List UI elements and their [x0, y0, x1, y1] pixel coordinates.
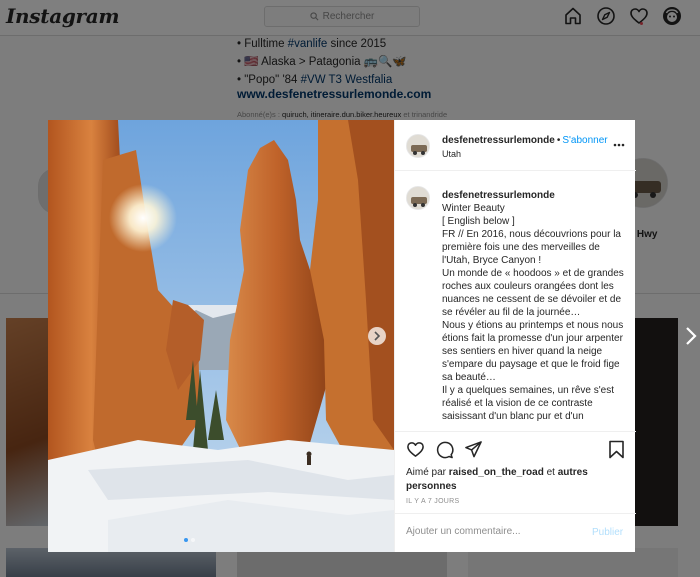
canyon-photo [48, 120, 394, 552]
caption-title: Winter Beauty [442, 203, 505, 214]
user-avatar[interactable] [406, 134, 430, 158]
caption-line: Il y a quelques semaines, un rêve s'est … [442, 385, 615, 422]
post-photo[interactable] [48, 120, 394, 552]
post-timestamp[interactable]: IL Y A 7 JOURS [406, 498, 460, 505]
like-heart-icon[interactable] [406, 440, 425, 459]
chevron-right-icon [374, 331, 381, 341]
more-options-icon[interactable] [613, 143, 625, 147]
caption-line: Nous y étions au printemps et nous nous … [442, 320, 624, 383]
add-comment-section: Publier [395, 513, 636, 553]
liker-username-link[interactable]: raised_on_the_road [449, 467, 544, 478]
publish-button[interactable]: Publier [592, 527, 623, 538]
post-sidebar: desfenetressurlemonde • S'abonner Utah des… [394, 120, 636, 552]
caption-line: Un monde de « hoodoos » et de grandes ro… [442, 268, 624, 318]
comment-input[interactable] [406, 526, 576, 537]
bookmark-icon[interactable] [608, 440, 625, 459]
caption-line: FR // En 2016, nous découvrions pour la … [442, 229, 621, 266]
next-post-chevron-icon[interactable] [684, 326, 698, 346]
share-icon[interactable] [464, 440, 483, 459]
carousel-next-button[interactable] [368, 327, 386, 345]
caption-line: [ English below ] [442, 216, 515, 227]
comment-icon[interactable] [435, 440, 454, 459]
comments-scroll-area[interactable]: desfenetressurlemonde Winter Beauty [ En… [395, 172, 636, 430]
likes-summary: Aimé par raised_on_the_road et autres pe… [406, 467, 588, 492]
carousel-dot-active [184, 538, 188, 542]
carousel-dot [191, 538, 195, 542]
user-avatar[interactable] [406, 186, 430, 210]
username-link[interactable]: desfenetressurlemonde [442, 135, 555, 146]
post-actions: Aimé par raised_on_the_road et autres pe… [395, 431, 636, 552]
post-caption: desfenetressurlemonde Winter Beauty [ En… [442, 189, 628, 423]
carousel-indicator [184, 538, 195, 542]
post-modal: desfenetressurlemonde • S'abonner Utah des… [48, 120, 636, 552]
caption-username[interactable]: desfenetressurlemonde [442, 189, 628, 202]
post-header: desfenetressurlemonde • S'abonner Utah [395, 120, 636, 171]
post-header-title: desfenetressurlemonde • S'abonner [442, 135, 608, 146]
follow-button[interactable]: S'abonner [562, 135, 607, 146]
location-link[interactable]: Utah [442, 149, 461, 159]
action-icons [406, 440, 483, 459]
separator-dot: • [556, 135, 561, 146]
